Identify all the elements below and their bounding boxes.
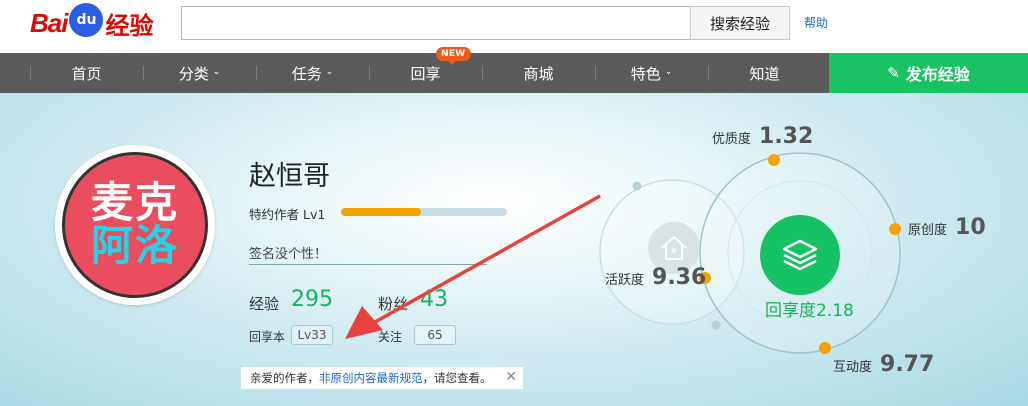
nav-item-home[interactable]: 首页	[30, 53, 143, 93]
activity-metric: 活跃度 9.36	[605, 265, 706, 290]
avatar[interactable]: 麦克 阿洛	[55, 145, 215, 305]
nav-label: 任务	[291, 64, 322, 83]
huixiang-label: 回享本	[249, 330, 286, 344]
user-name: 赵恒哥	[249, 161, 330, 192]
activity-label: 活跃度	[605, 273, 645, 288]
nav-label: 商城	[523, 64, 554, 83]
search-input[interactable]	[181, 6, 692, 40]
close-icon[interactable]: ✕	[505, 369, 517, 385]
exp-value[interactable]: 295	[291, 287, 333, 312]
nav-label: 特色	[630, 64, 661, 83]
quality-label: 优质度	[712, 132, 752, 147]
fans-value[interactable]: 43	[420, 287, 448, 312]
new-badge: NEW	[436, 47, 471, 65]
notice-suffix: ，请您查看。	[422, 371, 492, 385]
chevron-down-icon: ⌄	[325, 66, 334, 77]
layers-icon[interactable]	[760, 215, 840, 295]
search-button[interactable]: 搜索经验	[690, 6, 790, 40]
chevron-down-icon: ⌄	[212, 66, 221, 77]
publish-button[interactable]: ✎ 发布经验	[829, 53, 1028, 93]
logo-text-jingyan: 经验	[105, 11, 154, 40]
interaction-label: 互动度	[833, 360, 873, 375]
baidu-paw-icon: du	[69, 3, 104, 37]
avatar-text-line2: 阿洛	[90, 221, 179, 270]
original-value: 10	[955, 215, 986, 240]
nav-item-tasks[interactable]: 任务 ⌄	[256, 53, 369, 93]
exp-label: 经验	[249, 295, 280, 313]
nav-item-mall[interactable]: 商城	[482, 53, 595, 93]
quality-value: 1.32	[759, 124, 814, 149]
huixiang-level-badge[interactable]: Lv33	[291, 325, 333, 345]
notice-prefix: 亲爱的作者，	[250, 371, 319, 385]
nav-label: 知道	[749, 64, 780, 83]
follow-label: 关注	[378, 330, 403, 344]
logo-text-baidu: Bai	[30, 7, 68, 38]
nav-item-featured[interactable]: 特色 ⌄	[595, 53, 708, 93]
nav-label: 回享	[410, 64, 441, 83]
activity-value: 9.36	[652, 265, 707, 290]
quality-metric: 优质度 1.32	[712, 124, 813, 149]
nav-item-zhidao[interactable]: 知道	[708, 53, 821, 93]
original-metric: 原创度 10	[908, 215, 986, 240]
author-level[interactable]: 特约作者 Lv1	[249, 204, 325, 223]
nav-item-category[interactable]: 分类 ⌄	[143, 53, 256, 93]
edit-pen-icon: ✎	[887, 64, 900, 82]
chevron-down-icon: ⌄	[664, 66, 673, 77]
publish-label: 发布经验	[905, 65, 970, 84]
signature-underline	[249, 264, 487, 265]
signature[interactable]: 签名没个性！	[249, 243, 327, 262]
follow-count[interactable]: 65	[414, 325, 456, 345]
top-bar: Bai du 经验 搜索经验 帮助	[0, 0, 1028, 52]
level-progress-fill	[341, 208, 421, 216]
svg-text:¥: ¥	[671, 247, 677, 257]
share-score: 回享度2.18	[765, 301, 854, 321]
avatar-text-line1: 麦克	[90, 178, 179, 228]
notice-bar: 亲爱的作者， 非原创内容最新规范 ，请您查看。 ✕	[241, 367, 523, 389]
original-label: 原创度	[908, 223, 948, 238]
baidu-jingyan-logo[interactable]: Bai du 经验	[30, 3, 154, 40]
help-link[interactable]: 帮助	[804, 14, 828, 31]
avatar-image: 麦克 阿洛	[62, 152, 208, 298]
nav-label: 分类	[178, 64, 209, 83]
interaction-metric: 互动度 9.77	[833, 352, 934, 377]
notice-rules-link[interactable]: 非原创内容最新规范	[319, 370, 423, 386]
level-progress-bar	[341, 208, 507, 216]
interaction-value: 9.77	[880, 352, 935, 377]
fans-label: 粉丝	[378, 295, 409, 313]
nav-label: 首页	[71, 64, 102, 83]
